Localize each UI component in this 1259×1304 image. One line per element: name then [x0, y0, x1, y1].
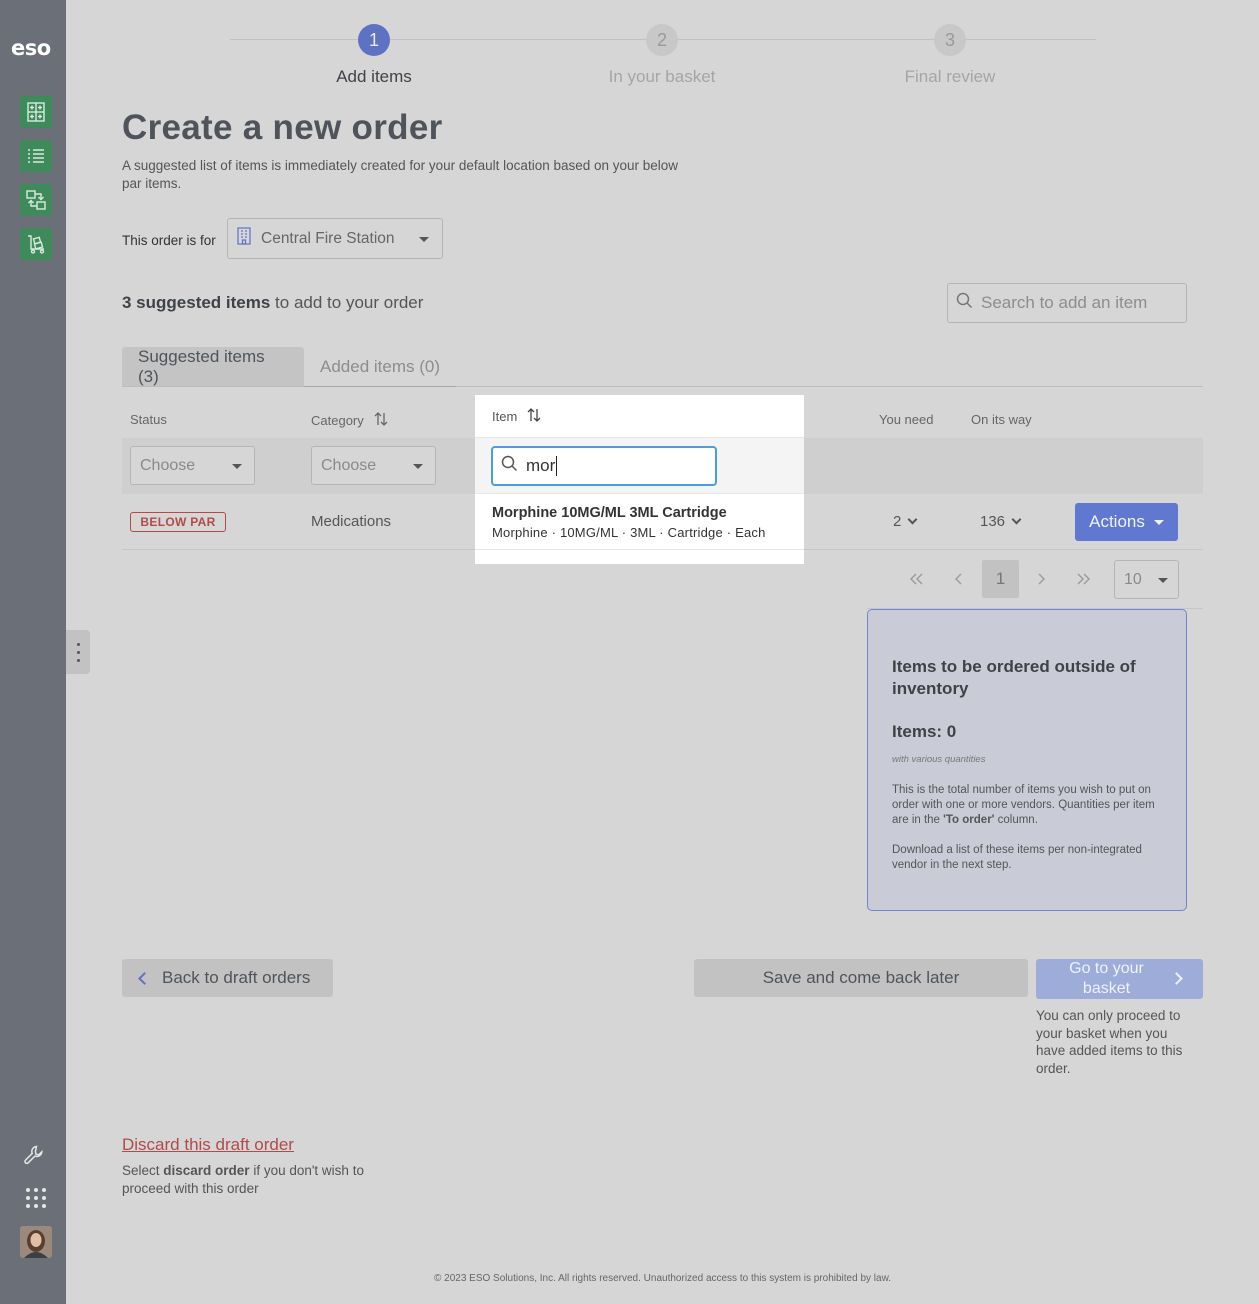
status-badge: BELOW PAR [130, 512, 226, 532]
go-to-basket-button[interactable]: Go to your basket [1036, 959, 1203, 999]
item-name: Morphine 10MG/ML 3ML Cartridge [492, 505, 727, 521]
back-to-draft-orders-button[interactable]: Back to draft orders [122, 959, 333, 997]
sidebar: eso [0, 0, 66, 1304]
prev-page-button[interactable] [942, 560, 974, 598]
next-page-button[interactable] [1026, 560, 1058, 598]
step-final-review: 3 Final review [850, 24, 1050, 87]
column-header-status: Status [130, 412, 167, 427]
caret-down-icon [419, 237, 429, 242]
step-label: In your basket [608, 67, 716, 86]
cart-icon[interactable] [20, 228, 52, 260]
chevron-left-icon [138, 971, 151, 985]
step-label: Final review [904, 67, 996, 86]
page-1-button[interactable]: 1 [982, 560, 1019, 598]
text-cursor [556, 456, 558, 476]
card-description: This is the total number of items you wi… [892, 784, 1155, 826]
step-number: 3 [934, 24, 966, 56]
chevron-down-icon [1011, 514, 1022, 525]
list-icon[interactable] [20, 140, 52, 172]
avatar[interactable] [20, 1226, 52, 1258]
card-subtext: with various quantities [892, 754, 986, 765]
transfer-icon[interactable] [20, 184, 52, 216]
item-description: Morphine · 10MG/ML · 3ML · Cartridge · E… [492, 525, 766, 540]
suggested-count-bold: 3 suggested items [122, 293, 271, 312]
step-label: Add items [336, 67, 412, 86]
item-search-value: mor [526, 456, 556, 475]
page-size-select[interactable]: 10 [1114, 560, 1179, 599]
chevron-right-icon [1170, 972, 1183, 985]
discard-draft-order-link[interactable]: Discard this draft order [122, 1135, 294, 1155]
card-item-count: Items: 0 [892, 722, 957, 741]
chevron-down-icon [907, 514, 918, 525]
search-add-item-input[interactable]: Search to add an item [947, 283, 1187, 323]
outside-inventory-card: Items to be ordered outside of inventory… [867, 609, 1187, 911]
sidebar-collapse-handle[interactable] [66, 630, 90, 674]
suggested-count-rest: to add to your order [270, 293, 424, 312]
order-for-label: This order is for [122, 233, 216, 248]
page-title: Create a new order [122, 108, 443, 147]
tab-bar: Suggested items (3) Added items (0) [122, 347, 1203, 387]
last-page-button[interactable] [1068, 560, 1100, 598]
item-cell: Morphine 10MG/ML 3ML Cartridge Morphine … [492, 505, 766, 540]
search-icon [501, 455, 518, 477]
column-header-category[interactable]: Category [311, 412, 388, 429]
column-header-you-need: You need [879, 412, 934, 427]
location-value: Central Fire Station [261, 229, 395, 247]
location-select[interactable]: Central Fire Station [227, 218, 443, 259]
search-placeholder: Search to add an item [981, 293, 1148, 312]
caret-down-icon [232, 464, 242, 469]
step-in-your-basket: 2 In your basket [562, 24, 762, 87]
save-and-come-back-button[interactable]: Save and come back later [694, 959, 1028, 997]
page-subtitle: A suggested list of items is immediately… [122, 158, 679, 191]
category-filter-select[interactable]: Choose [311, 446, 436, 485]
go-to-basket-note: You can only proceed to your basket when… [1036, 1008, 1183, 1076]
on-its-way-dropdown[interactable]: 136 [980, 513, 1022, 530]
caret-down-icon [413, 464, 423, 469]
column-header-item[interactable]: Item [475, 395, 804, 438]
row-divider [475, 549, 804, 550]
item-column-spotlight: Item mor Morphine 10MG/ML 3ML Cartridge … [475, 395, 804, 564]
sort-icon[interactable] [527, 407, 541, 425]
actions-button[interactable]: Actions [1075, 503, 1178, 541]
apps-grid-icon[interactable] [25, 1187, 47, 1214]
category-cell: Medications [311, 513, 392, 530]
eso-logo[interactable]: eso [11, 36, 51, 60]
tab-suggested-items[interactable]: Suggested items (3) [122, 347, 304, 386]
card-download-note: Download a list of these items per non-i… [892, 844, 1142, 871]
sort-icon[interactable] [374, 412, 388, 429]
building-icon [236, 227, 252, 250]
step-number: 1 [358, 24, 390, 56]
suggested-count: 3 suggested items to add to your order [122, 293, 423, 313]
column-header-on-its-way: On its way [971, 412, 1032, 427]
discard-note: Select discard order if you don't wish t… [122, 1163, 364, 1196]
you-need-dropdown[interactable]: 2 [893, 513, 918, 530]
status-filter-select[interactable]: Choose [130, 446, 255, 485]
wrench-icon[interactable] [22, 1143, 46, 1172]
item-search-input[interactable]: mor [491, 446, 717, 486]
card-title: Items to be ordered outside of inventory [892, 657, 1136, 698]
item-filter-cell: mor [475, 438, 804, 494]
caret-down-icon [1153, 519, 1164, 525]
first-page-button[interactable] [900, 560, 932, 598]
search-icon [956, 292, 973, 314]
step-add-items: 1 Add items [274, 24, 474, 87]
caret-down-icon [1158, 578, 1168, 583]
footer-copyright: © 2023 ESO Solutions, Inc. All rights re… [433, 1273, 892, 1284]
step-number: 2 [646, 24, 678, 56]
tab-added-items[interactable]: Added items (0) [304, 347, 456, 387]
inventory-icon[interactable] [20, 96, 52, 128]
